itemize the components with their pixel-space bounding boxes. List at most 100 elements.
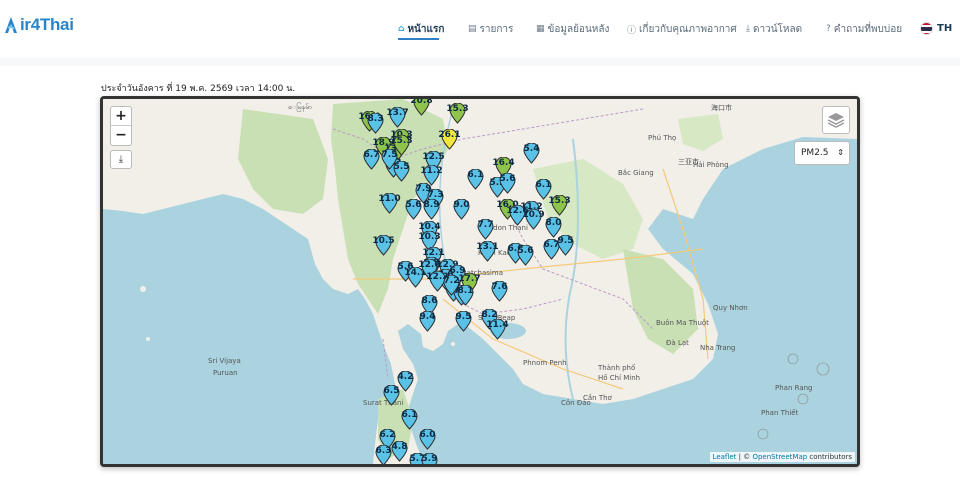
station-value: 9.5 — [455, 312, 472, 322]
station-marker[interactable]: 5.6 — [499, 172, 516, 194]
station-marker[interactable]: 6.0 — [419, 428, 436, 450]
place-label: Sri Vijaya — [208, 357, 241, 365]
station-value: 9.0 — [453, 200, 470, 210]
pollutant-select-value: PM2.5 — [801, 148, 829, 158]
station-value: 9.5 — [557, 236, 574, 246]
map-attribution: Leaflet | © OpenStreetMap contributors — [709, 452, 855, 462]
station-marker[interactable]: 26.1 — [438, 128, 461, 150]
osm-link[interactable]: OpenStreetMap — [752, 453, 807, 461]
station-marker[interactable]: 9.5 — [557, 234, 574, 256]
station-marker[interactable]: 7.6 — [491, 280, 508, 302]
station-marker[interactable]: 6.5 — [383, 384, 400, 406]
station-marker[interactable]: 7.2 — [443, 274, 460, 296]
zoom-in-button[interactable]: + — [111, 107, 131, 126]
logo-text: ir4Thai — [20, 15, 74, 34]
station-marker[interactable]: 13.1 — [476, 240, 499, 262]
station-marker[interactable]: 7.7 — [477, 218, 494, 240]
nav-list[interactable]: ▤ รายการ — [468, 19, 513, 39]
station-value: 15.3 — [390, 136, 413, 146]
station-marker[interactable]: 8.3 — [367, 112, 384, 134]
nav-history-label: ข้อมูลย้อนหลัง — [547, 23, 610, 35]
place-label: Phú Thọ — [648, 134, 677, 142]
station-value: 6.0 — [419, 430, 436, 440]
station-value: 8.3 — [367, 114, 384, 124]
station-marker[interactable]: 6.3 — [375, 444, 392, 464]
info-icon: ⓘ — [627, 25, 637, 36]
download-icon: ⤓ — [746, 24, 750, 34]
station-marker[interactable]: 8.9 — [423, 198, 440, 220]
station-value: 5.9 — [421, 454, 438, 464]
app-logo[interactable]: ir4Thai — [4, 14, 74, 36]
home-icon: ⌂ — [398, 24, 405, 34]
station-marker[interactable]: 6.1 — [401, 408, 418, 430]
language-switch[interactable]: TH — [920, 22, 952, 35]
download-icon: ⤓ — [118, 154, 124, 165]
station-value: 4.2 — [397, 372, 414, 382]
station-marker[interactable]: 9.0 — [453, 198, 470, 220]
place-label: Phan Rang — [775, 384, 813, 392]
question-icon: ? — [826, 24, 831, 34]
station-value: 6.5 — [383, 386, 400, 396]
place-label: Bắc Giang — [618, 169, 654, 177]
station-value: 5.4 — [523, 144, 540, 154]
station-marker[interactable]: 5.6 — [517, 244, 534, 266]
place-label: ေမြနမ်ာ — [288, 103, 312, 111]
nav-about[interactable]: ⓘ เกี่ยวกับคุณภาพอากาศ — [627, 19, 737, 39]
place-label: Nha Trang — [700, 344, 736, 352]
station-value: 15.3 — [446, 104, 469, 114]
station-value: 8.0 — [545, 218, 562, 228]
air-quality-map[interactable]: ေမြနမ်ာ Hải Phòng 海口市 三亚市 Bắc Giang Phú Thọ Sr… — [100, 96, 860, 467]
top-navbar: ir4Thai ⌂ หน้าแรก ▤ รายการ ▦ ข้อมูลย้อนห… — [0, 0, 960, 58]
station-marker[interactable]: 9.5 — [455, 310, 472, 332]
station-marker[interactable]: 5.5 — [393, 160, 410, 182]
station-value: 15.3 — [548, 196, 571, 206]
station-value: 11.4 — [486, 320, 509, 330]
place-label: Cần Thơ — [583, 394, 612, 402]
station-marker[interactable]: 20.8 — [410, 99, 433, 116]
leaflet-link[interactable]: Leaflet — [713, 453, 737, 461]
place-label: 三亚市 — [678, 158, 699, 166]
station-marker[interactable]: 15.3 — [446, 102, 469, 124]
station-value: 10.5 — [372, 236, 395, 246]
station-value: 8.9 — [423, 200, 440, 210]
layers-button[interactable] — [822, 106, 850, 134]
station-marker[interactable]: 5.4 — [523, 142, 540, 164]
place-label: Thành phố — [598, 364, 636, 372]
nav-home-label: หน้าแรก — [407, 23, 445, 35]
station-marker[interactable]: 5.9 — [421, 452, 438, 464]
place-label: Đà Lạt — [666, 339, 689, 347]
station-value: 10.3 — [418, 232, 441, 242]
nav-home[interactable]: ⌂ หน้าแรก — [398, 19, 444, 39]
place-label: Hồ Chí Minh — [598, 374, 641, 382]
zoom-out-button[interactable]: − — [111, 126, 131, 145]
map-download-button[interactable]: ⤓ — [110, 150, 132, 169]
place-label: Quy Nhơn — [713, 304, 748, 312]
nav-history[interactable]: ▦ ข้อมูลย้อนหลัง — [536, 19, 609, 39]
station-value: 8.6 — [421, 296, 438, 306]
station-marker[interactable]: 11.4 — [486, 318, 509, 340]
station-value: 7.7 — [477, 220, 494, 230]
place-label: Phan Thiết — [761, 409, 799, 417]
station-marker[interactable]: 9.4 — [419, 310, 436, 332]
pollutant-select[interactable]: PM2.5 ⇕ — [794, 141, 850, 165]
nav-faq-label: คำถามที่พบบ่อย — [833, 23, 903, 35]
station-value: 16.4 — [492, 158, 515, 168]
station-marker[interactable]: 13.7 — [386, 106, 409, 128]
station-value: 6.3 — [375, 446, 392, 456]
logo-a-icon — [5, 17, 17, 33]
station-marker[interactable]: 10.5 — [372, 234, 395, 256]
station-value: 20.8 — [410, 96, 433, 106]
nav-download[interactable]: ⤓ ดาวน์โหลด — [746, 19, 802, 39]
station-value: 11.2 — [420, 166, 443, 176]
station-value: 26.1 — [438, 130, 461, 140]
station-marker[interactable]: 6.1 — [467, 168, 484, 190]
station-value: 7.2 — [443, 276, 460, 286]
nav-faq[interactable]: ? คำถามที่พบบ่อย — [826, 19, 902, 39]
station-marker[interactable]: 11.0 — [378, 192, 401, 214]
station-marker[interactable]: 15.3 — [548, 194, 571, 216]
place-label: Buôn Ma Thuột — [656, 319, 709, 327]
station-value: 7.6 — [491, 282, 508, 292]
header-divider — [0, 58, 960, 66]
station-value: 13.1 — [476, 242, 499, 252]
layers-icon — [827, 113, 845, 128]
